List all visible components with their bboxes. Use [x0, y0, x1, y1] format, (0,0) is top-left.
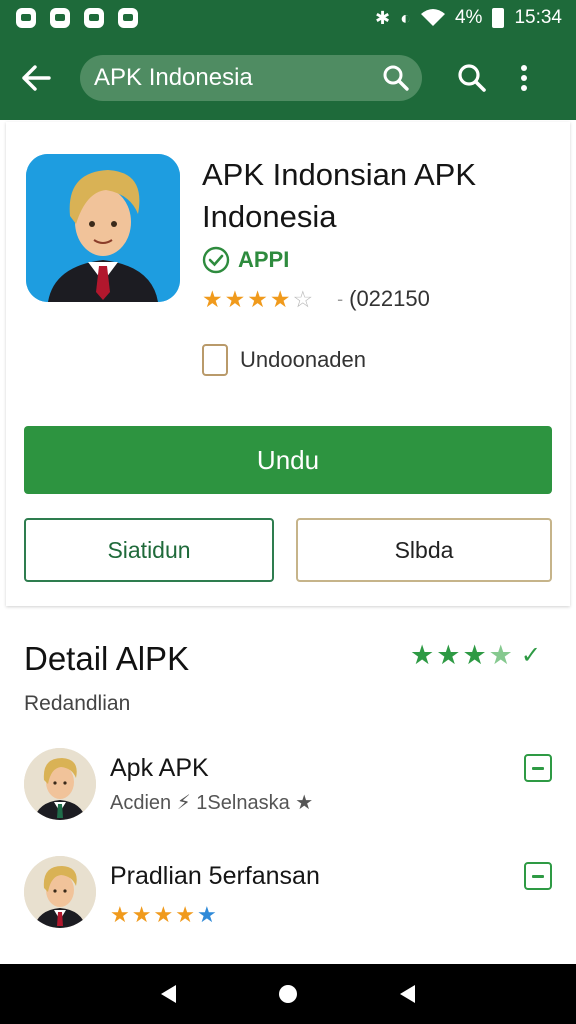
star-half-icon: ★: [488, 640, 513, 670]
rating-count: (022150: [349, 286, 430, 311]
checkbox-label: Undoonaden: [240, 347, 367, 372]
alarm-icon: ◐: [400, 8, 411, 28]
search-icon: [458, 64, 486, 92]
download-checkbox-row[interactable]: Undoonaden: [202, 344, 366, 376]
verified-badge: APPI: [202, 246, 289, 274]
check-circle-icon: [202, 246, 230, 274]
download-button[interactable]: Undu: [24, 426, 552, 494]
shield-icon: [118, 8, 138, 28]
badge-label: APPI: [238, 247, 290, 272]
star-icon: ★: [131, 902, 152, 927]
star-icon: ★: [196, 902, 217, 927]
star-half-icon: ☆: [292, 285, 314, 312]
star-icon: ★: [175, 902, 195, 927]
rating-separator: -: [337, 288, 344, 309]
app-title: APK Indonsian APK Indonesia: [202, 157, 477, 234]
search-query: APK Indonesia: [94, 64, 253, 91]
system-nav-bar: [0, 964, 576, 1024]
star-icon: ★: [153, 902, 174, 927]
secondary-button-right[interactable]: Slbda: [296, 518, 552, 582]
star-icon: ★: [410, 640, 435, 670]
more-options-button[interactable]: [508, 54, 540, 102]
more-vert-icon: [521, 65, 527, 71]
star-icon: ★: [247, 285, 268, 312]
rating-stars: ★ ★ ★ ★ ☆: [202, 285, 314, 312]
more-horiz-icon: [532, 874, 544, 878]
avatar: [24, 748, 96, 820]
details-subtitle: Redandlian: [24, 692, 131, 715]
status-time: 15:34: [514, 7, 562, 28]
battery-icon: [492, 8, 505, 28]
list-item[interactable]: Pradlian 5erfansan ★ ★ ★ ★ ★: [24, 856, 554, 934]
details-rating-stars: ★ ★ ★ ★ ✓: [410, 642, 541, 669]
search-icon[interactable]: [382, 64, 410, 92]
nav-home-icon[interactable]: [278, 985, 297, 1003]
mail-icon: [84, 8, 104, 28]
gallery-icon: [50, 8, 70, 28]
app-bar: APK Indonesia: [0, 36, 576, 120]
star-icon: ★: [202, 285, 223, 312]
status-icons-right: ✱ ◐ 4% 15:34: [375, 7, 562, 29]
bluetooth-icon: ✱: [375, 8, 391, 28]
details-title: Detail AlPK: [24, 640, 190, 677]
item-action-button[interactable]: [524, 862, 552, 890]
nav-recents-icon[interactable]: [399, 985, 415, 1003]
avatar: [24, 856, 96, 928]
star-icon: ★: [110, 902, 130, 927]
arrow-back-icon: [22, 65, 51, 91]
download-checkbox[interactable]: [202, 344, 228, 376]
status-bar: ✱ ◐ 4% 15:34: [0, 0, 576, 36]
app-icon[interactable]: [26, 154, 180, 302]
app-header-card: APK Indonsian APK Indonesia APPI ★ ★ ★ ★…: [6, 122, 570, 606]
star-icon: ★: [224, 285, 246, 312]
check-icon: ✓: [520, 641, 541, 669]
search-input[interactable]: APK Indonesia: [80, 55, 422, 101]
more-horiz-icon: [532, 766, 544, 770]
star-icon: ★: [462, 640, 487, 670]
list-item-title: Apk APK: [110, 754, 209, 782]
battery-percent: 4%: [454, 7, 483, 28]
list-item[interactable]: Apk APK Acdien ⚡ 1Selnaska ★: [24, 748, 554, 826]
star-icon: ★: [269, 285, 291, 312]
back-button[interactable]: [12, 54, 60, 102]
item-action-button[interactable]: [524, 754, 552, 782]
list-item-stars: ★ ★ ★ ★ ★: [110, 904, 217, 926]
star-icon: ★: [436, 640, 461, 670]
notification-icon: [16, 8, 36, 28]
nav-back-icon[interactable]: [161, 985, 177, 1003]
details-section: Detail AlPK ★ ★ ★ ★ ✓ Redandlian Apk APK…: [6, 612, 570, 964]
list-item-title: Pradlian 5erfansan: [110, 862, 320, 890]
secondary-button-left[interactable]: Siatidun: [24, 518, 274, 582]
search-button[interactable]: [448, 54, 496, 102]
list-item-subtitle: Acdien ⚡ 1Selnaska ★: [110, 792, 314, 814]
status-icons-left: [16, 8, 138, 28]
wifi-icon: [420, 8, 445, 29]
rating-row: ★ ★ ★ ★ ☆ - (022150: [202, 286, 430, 312]
